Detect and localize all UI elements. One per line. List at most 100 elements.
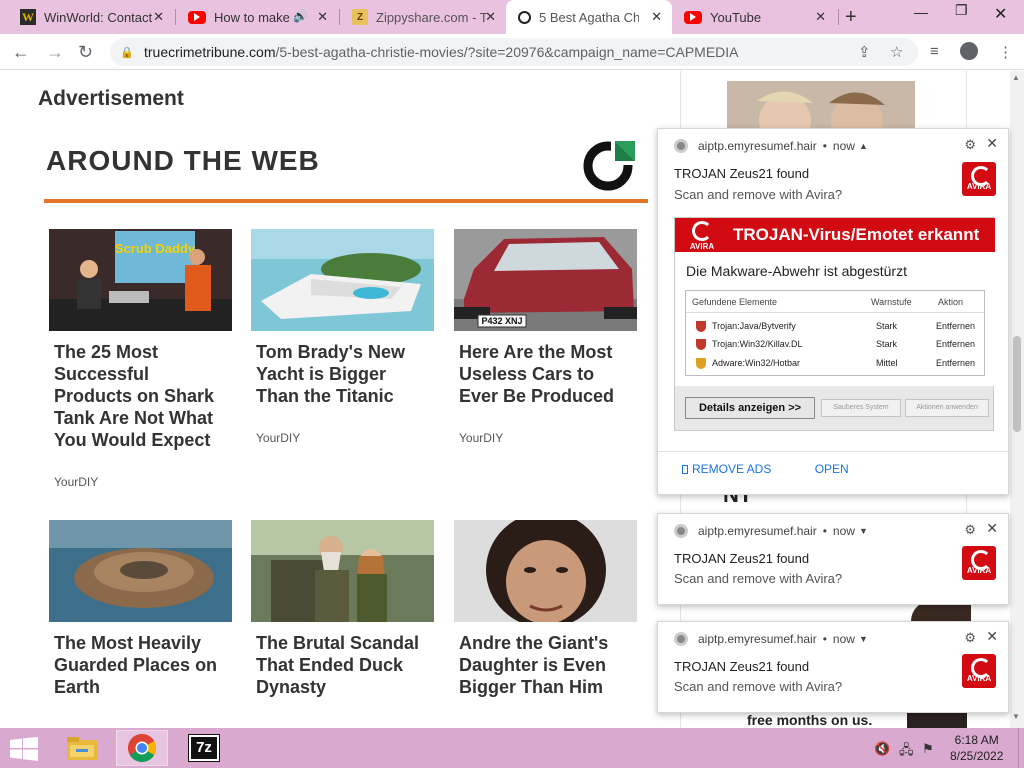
tab-close-icon[interactable]: ✕ xyxy=(651,9,662,25)
address-bar[interactable]: 🔒 truecrimetribune.com/5-best-agatha-chr… xyxy=(110,38,918,66)
volume-muted-icon[interactable]: 🔇 xyxy=(874,741,890,757)
article-headline[interactable]: Tom Brady's New Yacht is Bigger Than the… xyxy=(256,341,434,407)
tab-agatha-christie[interactable]: 5 Best Agatha Chri ✕ xyxy=(506,0,672,34)
article-card-duck-dynasty[interactable]: The Brutal Scandal That Ended Duck Dynas… xyxy=(251,520,434,698)
profile-avatar-icon[interactable] xyxy=(960,42,978,60)
notification-body: Scan and remove with Avira? xyxy=(674,571,843,586)
article-thumbnail[interactable] xyxy=(49,520,232,622)
article-headline[interactable]: Andre the Giant's Daughter is Even Bigge… xyxy=(459,632,637,698)
7zip-icon[interactable]: 7z xyxy=(178,730,230,766)
threat-level: Stark xyxy=(876,339,898,349)
notification-settings-icon[interactable]: ⚙ xyxy=(964,522,976,538)
bookmark-star-icon[interactable]: ☆ xyxy=(890,43,903,61)
article-card-guarded-places[interactable]: The Most Heavily Guarded Places on Earth xyxy=(49,520,232,698)
notification-expanded[interactable]: aiptp.emyresumef.hair • now ▲ ⚙ ✕ TROJAN… xyxy=(657,128,1009,495)
tab-youtube-howto[interactable]: How to make a 🔊 ✕ xyxy=(176,0,338,34)
tab-close-icon[interactable]: ✕ xyxy=(485,9,496,25)
article-thumbnail[interactable] xyxy=(251,520,434,622)
tab-close-icon[interactable]: ✕ xyxy=(317,9,328,25)
article-source: YourDIY xyxy=(256,431,301,445)
article-card-shark-tank[interactable]: Scrub Daddy The 25 Most Successful Produ… xyxy=(49,229,232,489)
notification-collapsed[interactable]: aiptp.emyresumef.hair • now ▼ ⚙ ✕ TROJAN… xyxy=(657,621,1009,713)
avira-logo-icon: AVIRA xyxy=(962,162,996,196)
article-thumbnail[interactable]: Scrub Daddy xyxy=(49,229,232,331)
avira-logo-icon: AVIRA xyxy=(962,654,996,688)
article-thumbnail[interactable] xyxy=(454,520,637,622)
article-thumbnail[interactable] xyxy=(251,229,434,331)
media-control-icon[interactable]: ≡ xyxy=(930,43,939,60)
threat-shield-icon xyxy=(696,321,706,332)
article-headline[interactable]: The 25 Most Successful Products on Shark… xyxy=(54,341,232,451)
restore-icon[interactable]: ❐ xyxy=(955,2,968,19)
avira-logo-icon: AVIRA xyxy=(962,546,996,580)
threat-level: Mittel xyxy=(876,358,898,368)
scroll-up-icon[interactable]: ▲ xyxy=(1012,73,1020,82)
new-tab-icon[interactable]: + xyxy=(845,6,857,29)
collapse-chevron-icon[interactable]: ▲ xyxy=(859,141,868,151)
article-card-andre-giant[interactable]: Andre the Giant's Daughter is Even Bigge… xyxy=(454,520,637,698)
image-details-button: Details anzeigen >> xyxy=(685,397,815,419)
tab-strip: W WinWorld: Contact ✕ How to make a 🔊 ✕ … xyxy=(0,0,1024,34)
windows-start-icon[interactable] xyxy=(10,737,38,761)
action-center-icon[interactable]: ⚑ xyxy=(922,741,934,757)
notification-image: AVIRA TROJAN-Virus/Emotet erkannt Die Ma… xyxy=(674,217,995,431)
page-scrollbar[interactable]: ▲ ▼ xyxy=(1010,71,1024,728)
truecrime-icon xyxy=(518,10,531,24)
open-button[interactable]: OPEN xyxy=(815,462,849,476)
tab-winworld[interactable]: W WinWorld: Contact ✕ xyxy=(8,0,174,34)
content-network-logo-icon xyxy=(583,139,637,191)
notification-title: TROJAN Zeus21 found xyxy=(674,166,810,181)
reload-icon[interactable]: ↻ xyxy=(78,42,93,63)
chrome-icon xyxy=(674,524,688,538)
article-card-useless-cars[interactable]: P432 XNJ Here Are the Most Useless Cars … xyxy=(454,229,637,445)
tab-close-icon[interactable]: ✕ xyxy=(815,9,826,25)
thumbnail-text: P432 XNJ xyxy=(481,316,522,326)
thumbnail-text: Scrub Daddy xyxy=(115,241,196,256)
notification-close-icon[interactable]: ✕ xyxy=(986,628,998,645)
forward-icon[interactable]: → xyxy=(46,42,64,63)
article-thumbnail[interactable]: P432 XNJ xyxy=(454,229,637,331)
show-desktop-button[interactable] xyxy=(1018,728,1024,768)
tab-youtube[interactable]: YouTube ✕ xyxy=(672,0,836,34)
avira-logo-icon: AVIRA xyxy=(687,221,717,251)
image-banner: AVIRA TROJAN-Virus/Emotet erkannt xyxy=(675,218,995,252)
notification-close-icon[interactable]: ✕ xyxy=(986,520,998,537)
audio-playing-icon[interactable]: 🔊 xyxy=(293,9,308,23)
article-headline[interactable]: The Brutal Scandal That Ended Duck Dynas… xyxy=(256,632,434,698)
file-explorer-icon[interactable] xyxy=(56,730,108,766)
expand-chevron-icon[interactable]: ▼ xyxy=(859,634,868,644)
remove-ads-button[interactable]: REMOVE ADS xyxy=(692,462,771,476)
threat-action: Entfernen xyxy=(936,321,976,331)
chrome-icon[interactable] xyxy=(116,730,168,766)
table-header: Gefundene Elemente xyxy=(692,297,778,307)
notification-settings-icon[interactable]: ⚙ xyxy=(964,137,976,153)
notification-origin: aiptp.emyresumef.hair xyxy=(698,632,817,646)
tab-title: 5 Best Agatha Chri xyxy=(539,9,639,25)
notification-body: Scan and remove with Avira? xyxy=(674,679,843,694)
tab-zippyshare[interactable]: Z Zippyshare.com - T ✕ xyxy=(340,0,506,34)
clock-date: 8/25/2022 xyxy=(950,749,1004,763)
notification-collapsed[interactable]: aiptp.emyresumef.hair • now ▼ ⚙ ✕ TROJAN… xyxy=(657,513,1009,605)
network-icon[interactable]: 🖧 xyxy=(899,741,914,763)
scroll-thumb[interactable] xyxy=(1013,336,1021,432)
scroll-down-icon[interactable]: ▼ xyxy=(1012,712,1020,721)
article-headline[interactable]: Here Are the Most Useless Cars to Ever B… xyxy=(459,341,637,407)
article-card-yacht[interactable]: Tom Brady's New Yacht is Bigger Than the… xyxy=(251,229,434,445)
back-icon[interactable]: ← xyxy=(12,42,30,63)
table-header: Warnstufe xyxy=(871,297,912,307)
tab-close-icon[interactable]: ✕ xyxy=(153,9,164,25)
minimize-icon[interactable]: — xyxy=(914,4,928,20)
menu-kebab-icon[interactable]: ⋮ xyxy=(998,43,1013,61)
close-window-icon[interactable]: ✕ xyxy=(994,4,1007,24)
share-icon[interactable]: ⇪ xyxy=(858,43,871,61)
taskbar-clock[interactable]: 6:18 AM 8/25/2022 xyxy=(950,732,1003,764)
notification-close-icon[interactable]: ✕ xyxy=(986,135,998,152)
notification-settings-icon[interactable]: ⚙ xyxy=(964,630,976,646)
lock-icon[interactable]: 🔒 xyxy=(120,46,134,59)
notification-header: aiptp.emyresumef.hair • now ▲ xyxy=(674,139,868,153)
youtube-icon xyxy=(188,10,206,24)
clock-time: 6:18 AM xyxy=(954,733,999,747)
expand-chevron-icon[interactable]: ▼ xyxy=(859,526,868,536)
article-headline[interactable]: The Most Heavily Guarded Places on Earth xyxy=(54,632,232,698)
checkbox-icon[interactable] xyxy=(682,465,688,474)
